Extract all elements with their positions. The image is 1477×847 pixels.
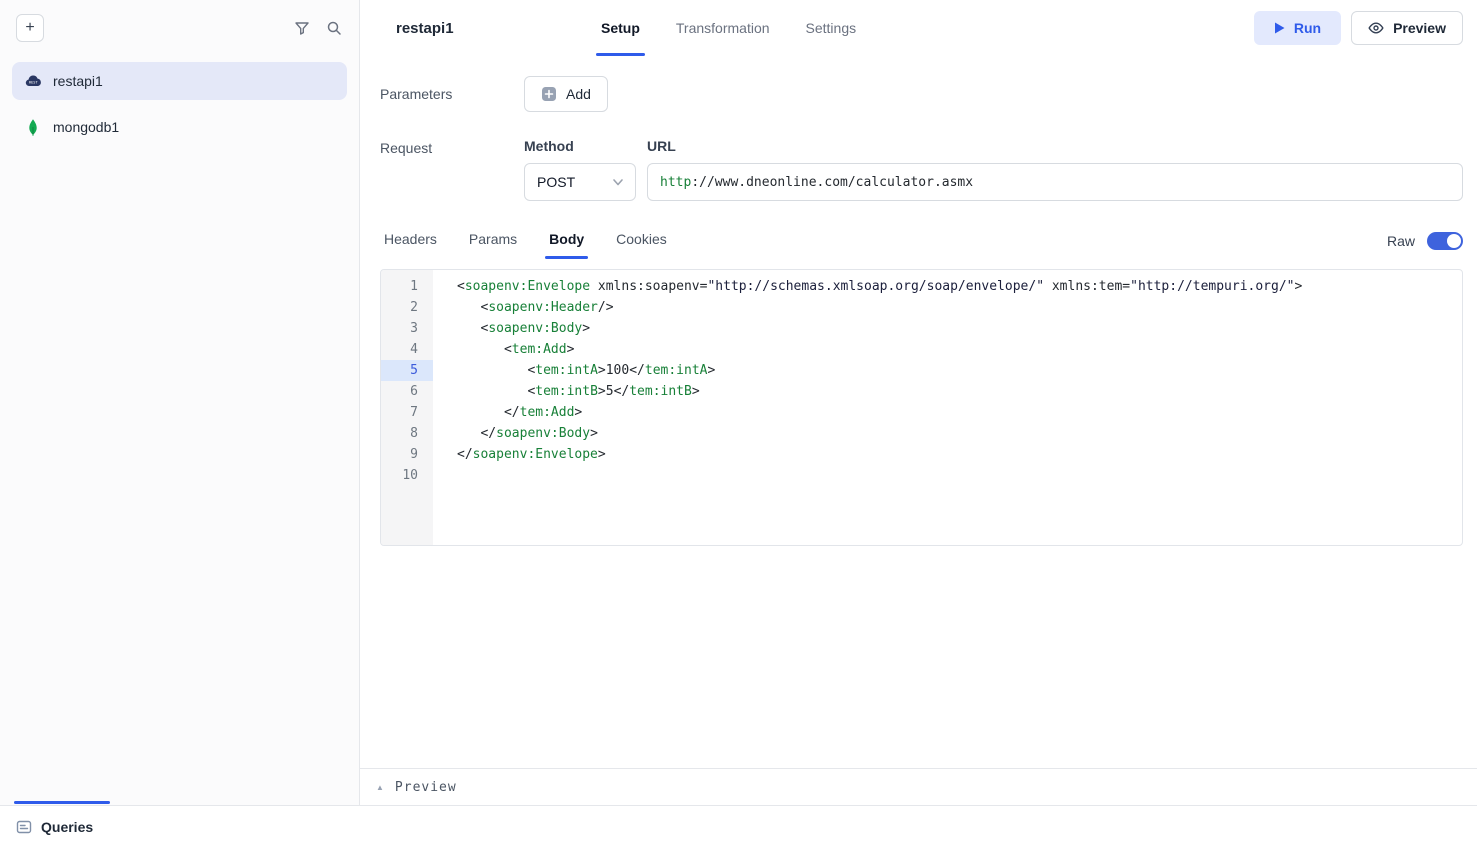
url-scheme-text: http xyxy=(660,175,691,190)
sidebar: + REST restapi1 mongodb1 xyxy=(0,0,360,805)
main-panel: restapi1 Setup Transformation Settings Run xyxy=(360,0,1477,805)
raw-label: Raw xyxy=(1387,233,1415,249)
method-label: Method xyxy=(524,138,636,154)
sidebar-item-restapi1[interactable]: REST restapi1 xyxy=(12,62,347,100)
code-line xyxy=(457,465,1462,486)
code-line: </soapenv:Body> xyxy=(457,423,1462,444)
code-line: <tem:Add> xyxy=(457,339,1462,360)
code-line: <tem:intA>100</tem:intA> xyxy=(457,360,1462,381)
method-field: Method POST xyxy=(524,138,636,201)
header-tabs: Setup Transformation Settings xyxy=(596,0,861,56)
url-input[interactable]: http://www.dneonline.com/calculator.asmx xyxy=(647,163,1463,201)
queries-icon xyxy=(16,819,32,835)
request-label: Request xyxy=(380,138,524,156)
editor-code-area[interactable]: <soapenv:Envelope xmlns:soapenv="http://… xyxy=(433,270,1462,545)
code-line: <soapenv:Envelope xmlns:soapenv="http://… xyxy=(457,276,1462,297)
query-list: REST restapi1 mongodb1 xyxy=(0,56,359,152)
add-parameter-button[interactable]: Add xyxy=(524,76,608,112)
triangle-up-icon: ▲ xyxy=(376,783,384,792)
restapi-icon: REST xyxy=(24,72,42,90)
plus-square-icon xyxy=(541,86,557,102)
preview-button-label: Preview xyxy=(1393,20,1446,36)
queries-tab-indicator xyxy=(14,801,110,804)
search-icon[interactable] xyxy=(325,19,343,37)
method-value: POST xyxy=(537,174,575,190)
raw-toggle-wrap: Raw xyxy=(1387,232,1463,258)
code-line: <soapenv:Body> xyxy=(457,318,1462,339)
code-line: </tem:Add> xyxy=(457,402,1462,423)
line-number: 8 xyxy=(381,423,433,444)
code-line: <tem:intB>5</tem:intB> xyxy=(457,381,1462,402)
tab-setup[interactable]: Setup xyxy=(596,0,645,56)
setup-content: Parameters Add Request Method xyxy=(360,56,1477,768)
queries-tab-label[interactable]: Queries xyxy=(41,819,93,835)
chevron-down-icon xyxy=(611,175,625,189)
parameters-row: Parameters Add xyxy=(380,76,1463,112)
sidebar-item-label: restapi1 xyxy=(53,73,103,89)
header-actions: Run Preview xyxy=(1254,11,1463,45)
run-button-label: Run xyxy=(1294,20,1321,36)
body-tab-params[interactable]: Params xyxy=(465,231,521,259)
play-icon xyxy=(1274,22,1285,34)
eye-icon xyxy=(1368,20,1384,36)
sidebar-toolbar: + xyxy=(0,0,359,56)
line-number: 10 xyxy=(381,465,433,486)
add-parameter-label: Add xyxy=(566,86,591,102)
body-tab-headers[interactable]: Headers xyxy=(380,231,441,259)
line-number: 5 xyxy=(381,360,433,381)
run-button[interactable]: Run xyxy=(1254,11,1341,45)
line-number: 9 xyxy=(381,444,433,465)
request-body-tabs: Headers Params Body Cookies Raw xyxy=(380,231,1463,259)
main-header: restapi1 Setup Transformation Settings Run xyxy=(360,0,1477,56)
body-code-editor: 12345678910 <soapenv:Envelope xmlns:soap… xyxy=(380,269,1463,546)
request-row: Request Method POST URL http://www.d xyxy=(380,138,1463,201)
code-line: </soapenv:Envelope> xyxy=(457,444,1462,465)
tab-transformation[interactable]: Transformation xyxy=(671,0,775,56)
toggle-knob xyxy=(1447,234,1461,248)
app: + REST restapi1 mongodb1 restapi1 Setup Tra… xyxy=(0,0,1477,805)
svg-text:REST: REST xyxy=(29,81,38,85)
line-number: 2 xyxy=(381,297,433,318)
line-number: 7 xyxy=(381,402,433,423)
line-number: 4 xyxy=(381,339,433,360)
preview-panel-label: Preview xyxy=(395,780,457,795)
tab-settings[interactable]: Settings xyxy=(801,0,862,56)
bottom-bar: Queries xyxy=(0,805,1477,847)
mongodb-icon xyxy=(24,118,42,136)
filter-icon[interactable] xyxy=(293,19,311,37)
url-field: URL http://www.dneonline.com/calculator.… xyxy=(647,138,1463,201)
line-number: 6 xyxy=(381,381,433,402)
preview-button[interactable]: Preview xyxy=(1351,11,1463,45)
page-title: restapi1 xyxy=(396,20,454,37)
parameters-label: Parameters xyxy=(380,86,524,102)
body-tab-cookies[interactable]: Cookies xyxy=(612,231,671,259)
raw-toggle[interactable] xyxy=(1427,232,1463,250)
url-label: URL xyxy=(647,138,1463,154)
body-tab-body[interactable]: Body xyxy=(545,231,588,259)
sidebar-item-mongodb1[interactable]: mongodb1 xyxy=(12,108,347,146)
editor-gutter: 12345678910 xyxy=(381,270,433,545)
method-select[interactable]: POST xyxy=(524,163,636,201)
add-query-button[interactable]: + xyxy=(16,14,44,42)
code-line: <soapenv:Header/> xyxy=(457,297,1462,318)
body-tabs-group: Headers Params Body Cookies xyxy=(380,231,695,259)
url-rest-text: ://www.dneonline.com/calculator.asmx xyxy=(691,175,973,190)
preview-panel-toggle[interactable]: ▲ Preview xyxy=(360,768,1477,805)
sidebar-item-label: mongodb1 xyxy=(53,119,119,135)
line-number: 3 xyxy=(381,318,433,339)
line-number: 1 xyxy=(381,276,433,297)
